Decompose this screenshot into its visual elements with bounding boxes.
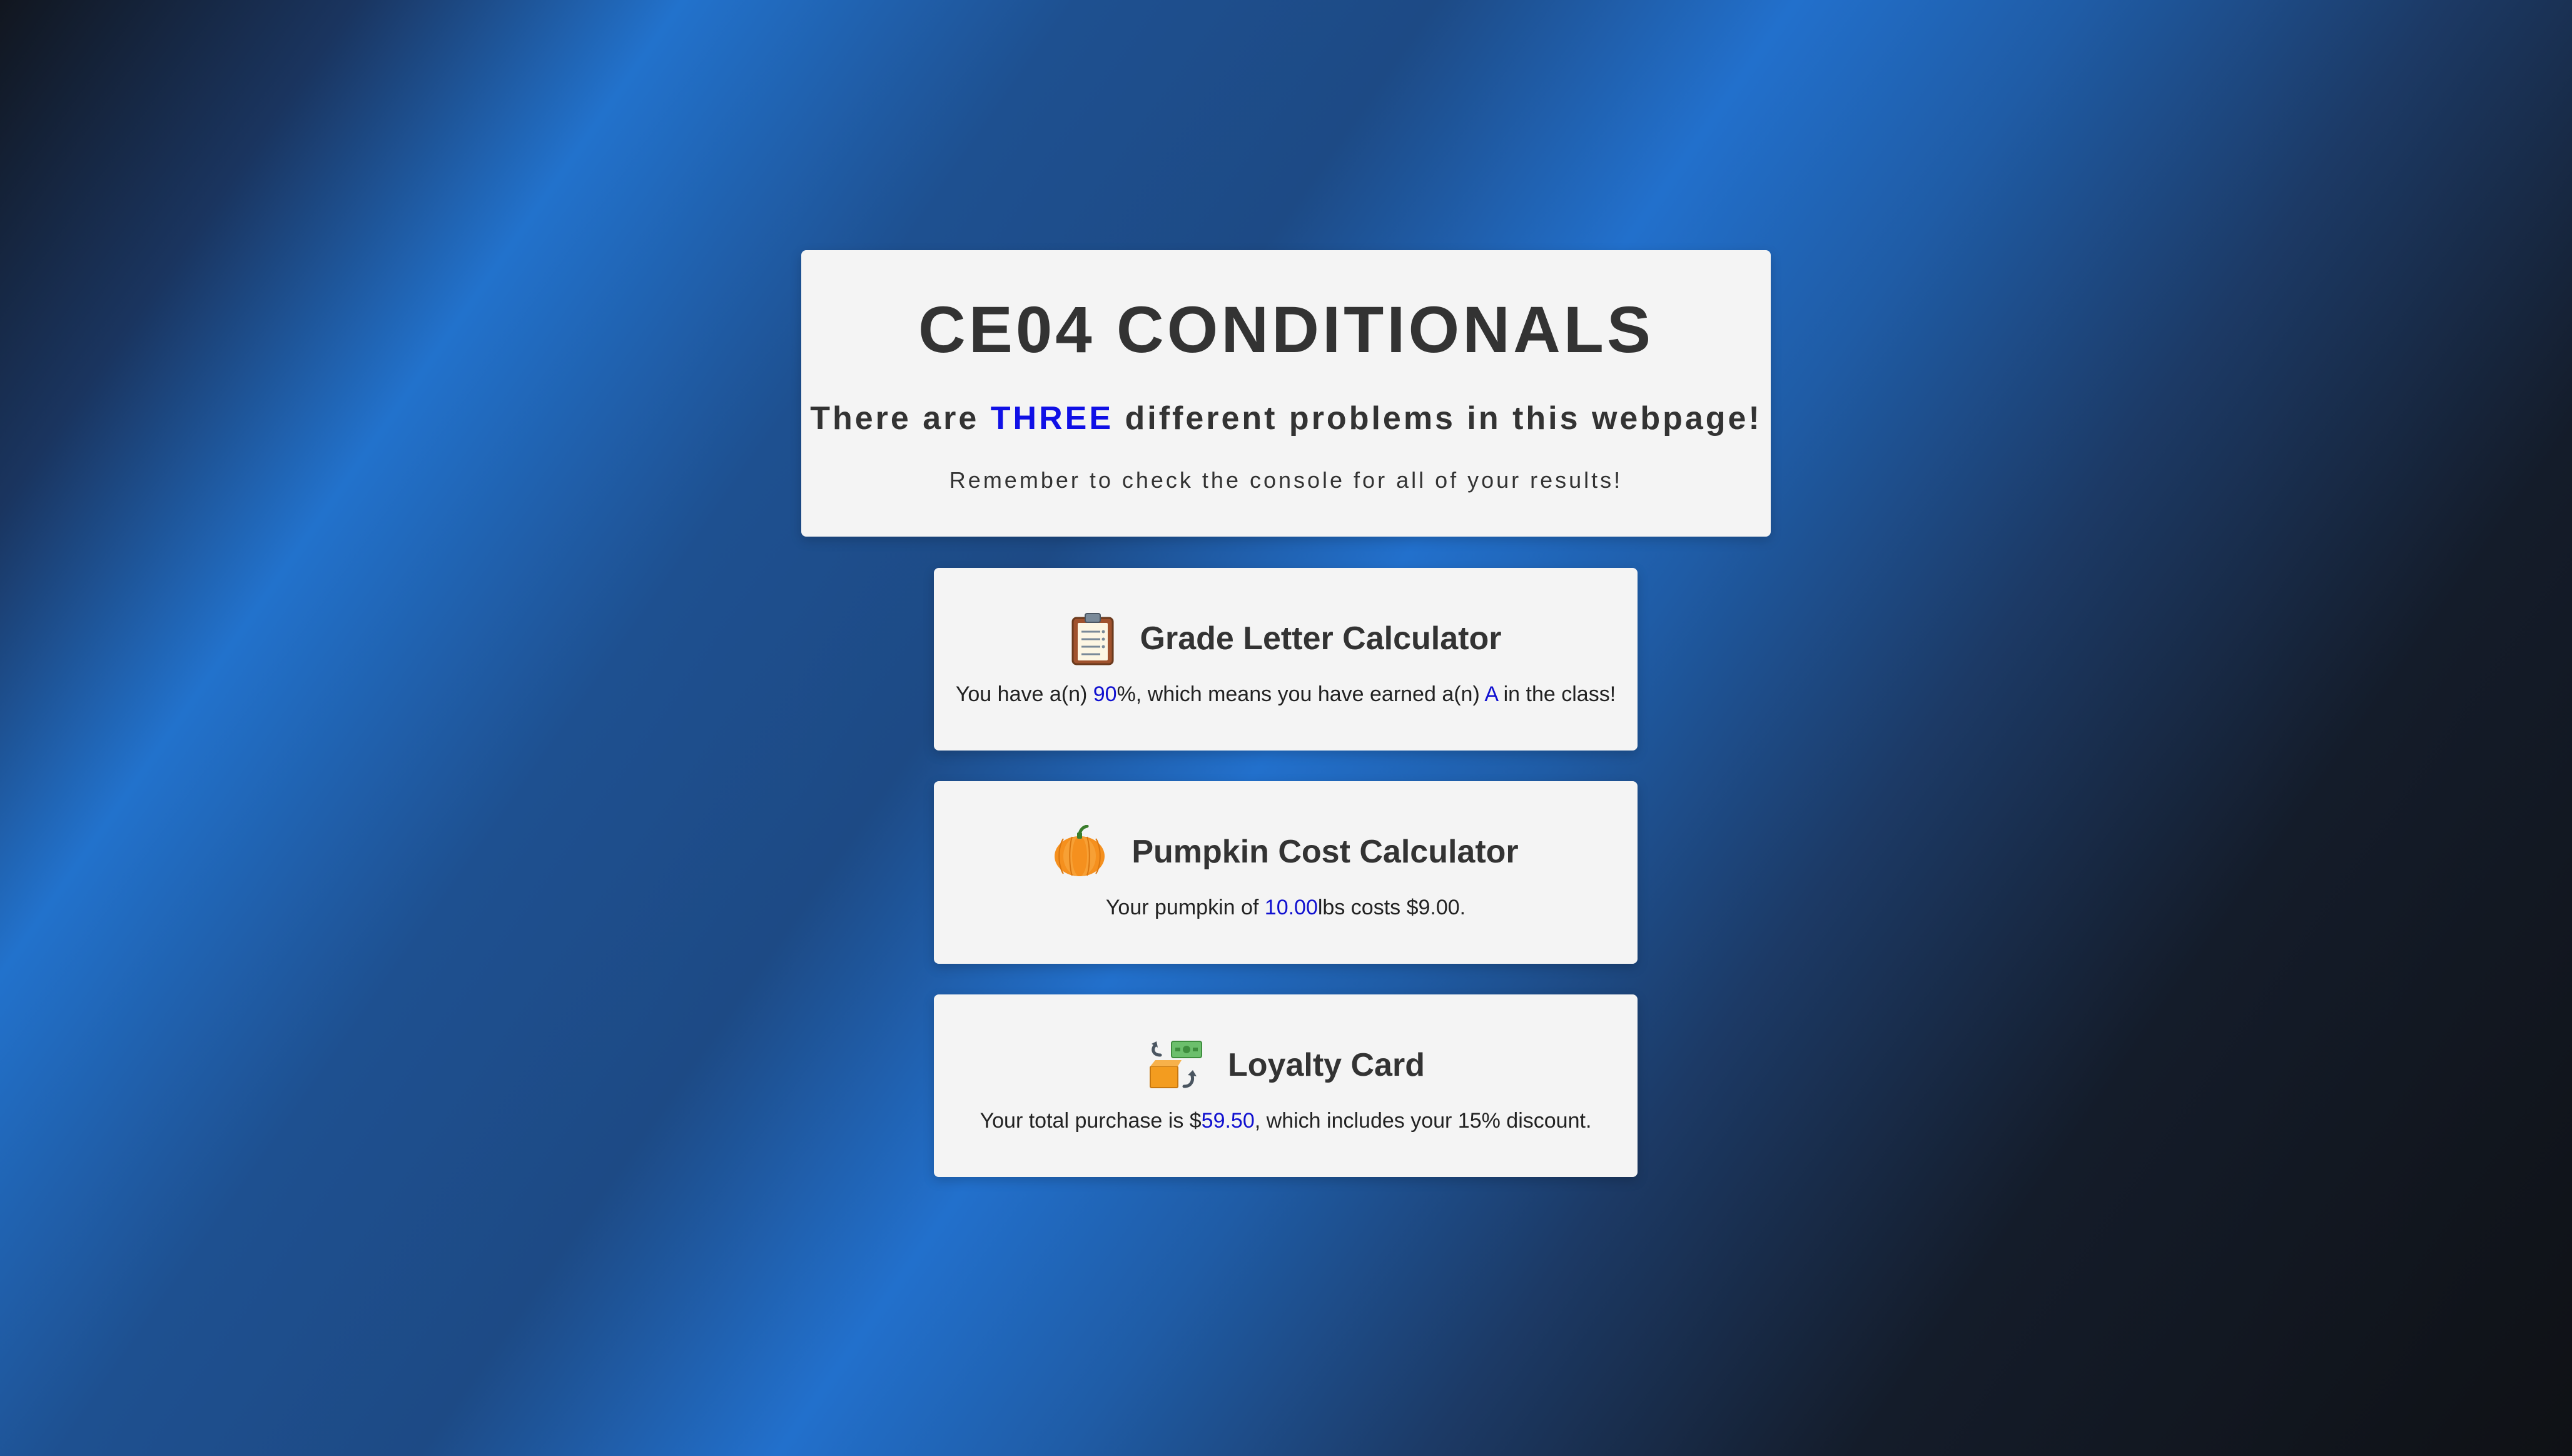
pumpkin-calculator-title: Pumpkin Cost Calculator xyxy=(1132,834,1519,870)
page-title: CE04 CONDITIONALS xyxy=(918,293,1654,367)
subtitle-suffix: different problems in this webpage! xyxy=(1113,400,1762,437)
loyalty-card-calculator: Loyalty Card Your total purchase is $59.… xyxy=(934,994,1638,1177)
clipboard-icon xyxy=(1071,613,1114,665)
pumpkin-text-part-1: Your pumpkin of xyxy=(1105,896,1265,919)
subtitle-prefix: There are xyxy=(810,400,991,437)
grade-percent-value: 90 xyxy=(1093,682,1117,706)
pumpkin-calculator-header: Pumpkin Cost Calculator xyxy=(934,824,1638,880)
grade-text-part-3: in the class! xyxy=(1497,682,1616,706)
pumpkin-calculator-card: Pumpkin Cost Calculator Your pumpkin of … xyxy=(934,781,1638,964)
grade-calculator-header: Grade Letter Calculator xyxy=(934,610,1638,667)
subtitle-highlight: THREE xyxy=(990,400,1114,437)
grade-calculator-card: Grade Letter Calculator You have a(n) 90… xyxy=(934,568,1638,751)
pumpkin-result-text: Your pumpkin of 10.00lbs costs $9.00. xyxy=(934,895,1638,921)
console-note: Remember to check the console for all of… xyxy=(949,467,1623,493)
pumpkin-icon xyxy=(1055,825,1105,876)
money-exchange-icon xyxy=(1150,1041,1202,1088)
loyalty-card-header: Loyalty Card xyxy=(934,1037,1638,1093)
grade-result-text: You have a(n) 90%, which means you have … xyxy=(934,682,1638,707)
grade-letter-value: A xyxy=(1484,682,1498,706)
page-subtitle: There are THREE different problems in th… xyxy=(801,399,1771,438)
grade-calculator-title: Grade Letter Calculator xyxy=(1140,620,1502,657)
loyalty-result-text: Your total purchase is $59.50, which inc… xyxy=(934,1108,1638,1134)
grade-text-part-2: %, which means you have earned a(n) xyxy=(1116,682,1485,706)
grade-text-part-1: You have a(n) xyxy=(955,682,1093,706)
pumpkin-text-part-2: lbs costs $9.00. xyxy=(1317,896,1466,919)
header-card: CE04 CONDITIONALS There are THREE differ… xyxy=(801,250,1771,537)
loyalty-card-title: Loyalty Card xyxy=(1228,1047,1425,1083)
loyalty-total-value: 59.50 xyxy=(1201,1109,1255,1133)
loyalty-text-part-1: Your total purchase is $ xyxy=(980,1109,1202,1133)
loyalty-text-part-2: , which includes your 15% discount. xyxy=(1254,1109,1592,1133)
pumpkin-weight-value: 10.00 xyxy=(1264,896,1318,919)
